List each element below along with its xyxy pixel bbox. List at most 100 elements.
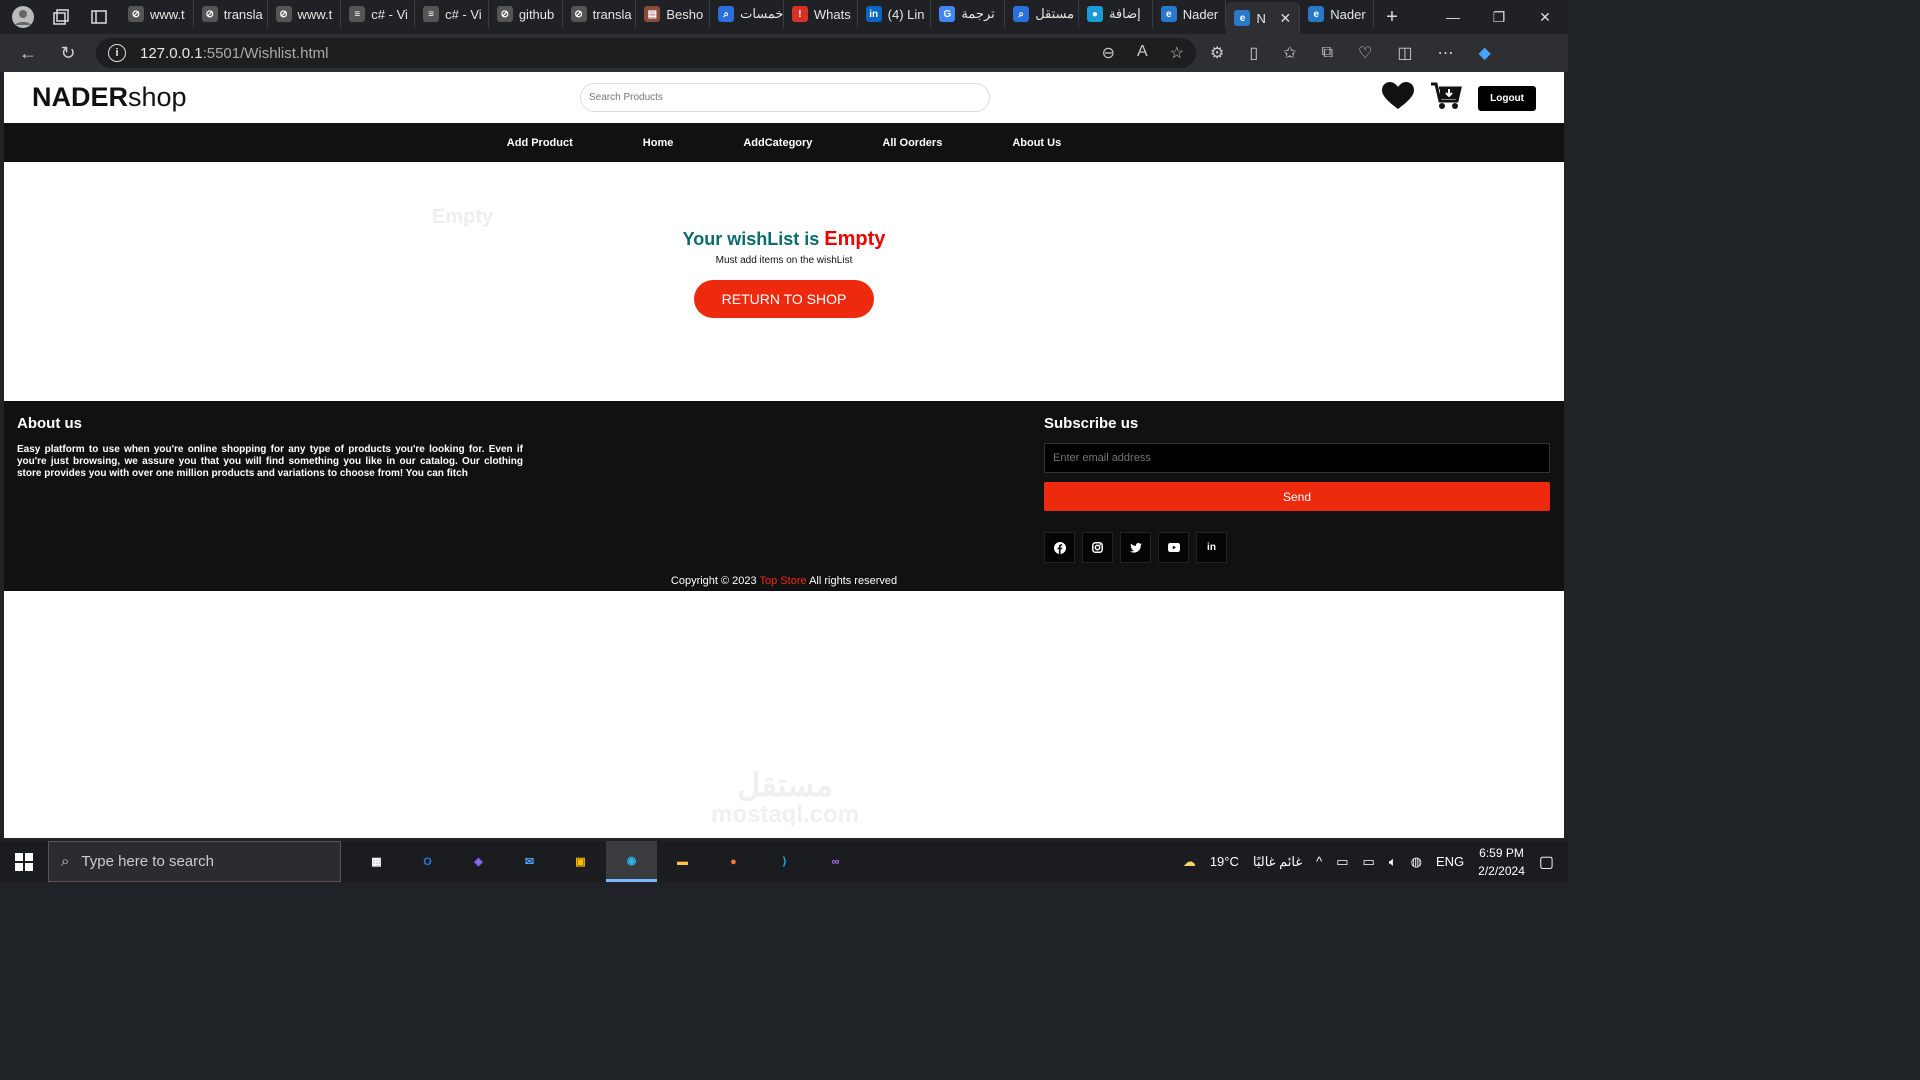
screenshot-icon[interactable]: ◫ bbox=[1397, 43, 1412, 63]
site-logo[interactable]: NADERshop bbox=[32, 82, 187, 113]
browser-tab-bar: ⊘ www.t ⊘ transla ⊘ www.t ≡ c# - Vi ≡ c# - Vi ⊘ git… bbox=[0, 0, 1568, 34]
nav-home[interactable]: Home bbox=[643, 137, 674, 149]
browser-tab[interactable]: ≡ c# - Vi bbox=[341, 0, 416, 28]
volume-icon[interactable]: 🔈︎ bbox=[1389, 854, 1397, 870]
workspaces-icon[interactable] bbox=[46, 2, 76, 32]
search-icon: ⌕ bbox=[718, 6, 735, 22]
subscribe-title: Subscribe us bbox=[1044, 415, 1139, 432]
logout-button[interactable]: Logout bbox=[1478, 86, 1536, 111]
browser-tab[interactable]: ≡ c# - Vi bbox=[415, 0, 489, 28]
browser-tab[interactable]: ! Whats bbox=[784, 0, 858, 28]
browser-address-bar: ← ↻ i 127.0.0.1:5501/Wishlist.html ⊖ A ☆… bbox=[0, 34, 1568, 72]
weather-temp[interactable]: 19°C bbox=[1210, 854, 1239, 869]
minimize-button[interactable]: — bbox=[1430, 9, 1476, 26]
visual-studio-icon[interactable]: ∞ bbox=[810, 841, 861, 882]
more-menu-icon[interactable]: ⋯ bbox=[1437, 43, 1453, 63]
windows-start-icon[interactable] bbox=[0, 852, 48, 871]
new-tab-button[interactable]: + bbox=[1374, 6, 1410, 29]
copyright-prefix: Copyright © 2023 bbox=[670, 575, 757, 587]
browser-tab[interactable]: ● إضافة bbox=[1079, 0, 1153, 28]
browser-tab[interactable]: ⊘ transla bbox=[194, 0, 268, 28]
facebook-icon[interactable] bbox=[1044, 532, 1075, 563]
nav-add-product[interactable]: Add Product bbox=[507, 137, 573, 149]
battery-icon[interactable]: ▭ bbox=[1363, 854, 1375, 870]
mail-icon[interactable]: ✉ bbox=[504, 841, 555, 882]
refresh-button[interactable]: ↻ bbox=[48, 43, 88, 64]
circle-icon: ● bbox=[1086, 6, 1103, 22]
edge-doc-icon: e bbox=[1160, 6, 1177, 22]
notifications-icon[interactable]: ▢ bbox=[1539, 852, 1554, 872]
about-text: Easy platform to use when you're online … bbox=[17, 444, 523, 479]
copilot-icon[interactable]: ◆ bbox=[1478, 43, 1490, 63]
read-aloud-icon[interactable]: A bbox=[1137, 43, 1148, 63]
file-explorer-icon[interactable]: ▬ bbox=[657, 841, 708, 882]
close-window-button[interactable]: ✕ bbox=[1522, 9, 1568, 26]
copilot-app-icon[interactable]: ◈ bbox=[453, 841, 504, 882]
nav-all-orders[interactable]: All Oorders bbox=[882, 137, 942, 149]
browser-tab[interactable]: ⌕ خمسات bbox=[710, 0, 784, 28]
nav-add-category[interactable]: AddCategory bbox=[743, 137, 812, 149]
send-button[interactable]: Send bbox=[1044, 482, 1550, 511]
profile-avatar-icon[interactable] bbox=[8, 2, 38, 32]
performance-icon[interactable]: ♡ bbox=[1358, 43, 1372, 63]
store-icon[interactable]: ▣ bbox=[555, 841, 606, 882]
weather-cloud-icon[interactable]: ☁ bbox=[1183, 854, 1196, 870]
favorites-icon[interactable]: ✩ bbox=[1283, 43, 1296, 63]
outlook-icon[interactable]: O bbox=[402, 841, 453, 882]
maximize-button[interactable]: ❐ bbox=[1476, 9, 1522, 26]
firefox-icon[interactable]: ● bbox=[708, 841, 759, 882]
translate-icon: G bbox=[939, 6, 956, 22]
browser-tab[interactable]: ⊘ transla bbox=[563, 0, 637, 28]
globe-icon: ⊘ bbox=[201, 6, 218, 22]
close-tab-icon[interactable]: ✕ bbox=[1280, 10, 1292, 27]
browser-tab[interactable]: ⌕ مستقل bbox=[1005, 0, 1079, 28]
tab-actions-icon[interactable] bbox=[84, 2, 114, 32]
youtube-icon[interactable] bbox=[1158, 532, 1189, 563]
email-field[interactable] bbox=[1044, 443, 1550, 473]
extensions-icon[interactable]: ⚙ bbox=[1210, 43, 1224, 63]
linkedin-icon[interactable]: in bbox=[1196, 532, 1227, 563]
taskbar-search-box[interactable]: ⌕ Type here to search bbox=[48, 841, 341, 882]
weather-text[interactable]: غائم غالبًا bbox=[1253, 854, 1302, 870]
site-info-icon[interactable]: i bbox=[108, 44, 126, 62]
browser-tab[interactable]: G ترجمة bbox=[931, 0, 1006, 28]
cart-icon[interactable] bbox=[1430, 82, 1463, 115]
input-language[interactable]: ENG bbox=[1436, 854, 1464, 869]
url-field[interactable]: i 127.0.0.1:5501/Wishlist.html ⊖ A ☆ bbox=[96, 38, 1196, 68]
edge-icon[interactable]: ◉ bbox=[606, 841, 657, 882]
favorite-star-icon[interactable]: ☆ bbox=[1170, 43, 1184, 63]
return-to-shop-button[interactable]: RETURN TO SHOP bbox=[693, 280, 875, 318]
zoom-icon[interactable]: ⊖ bbox=[1102, 43, 1115, 63]
tray-overflow-icon[interactable]: ^ bbox=[1316, 854, 1322, 869]
heart-icon[interactable] bbox=[1382, 82, 1415, 115]
clock[interactable]: 6:59 PM 2/2/2024 bbox=[1478, 844, 1525, 880]
split-screen-icon[interactable]: ▯ bbox=[1249, 43, 1258, 63]
nav-about-us[interactable]: About Us bbox=[1012, 137, 1061, 149]
search-input[interactable] bbox=[580, 83, 990, 112]
wishlist-section: Empty Your wishList is Empty Must add it… bbox=[4, 162, 1564, 401]
tab-label: خمسات bbox=[740, 6, 784, 21]
browser-tab[interactable]: ⊘ www.t bbox=[120, 0, 194, 28]
network-globe-icon[interactable]: ◍ bbox=[1411, 854, 1422, 870]
task-view-icon[interactable]: ▦ bbox=[351, 841, 402, 882]
browser-tab[interactable]: e N ✕ bbox=[1226, 2, 1301, 34]
back-button[interactable]: ← bbox=[8, 43, 48, 64]
tab-label: www.t bbox=[297, 6, 333, 22]
instagram-icon[interactable] bbox=[1082, 532, 1113, 563]
browser-tab[interactable]: ⊘ www.t bbox=[268, 0, 342, 28]
wishlist-empty-word: Empty bbox=[824, 228, 886, 250]
browser-tab[interactable]: e Nader bbox=[1300, 0, 1375, 28]
browser-tab[interactable]: ▤ Besho bbox=[636, 0, 711, 28]
stackoverflow-icon: ≡ bbox=[349, 6, 366, 22]
vscode-icon[interactable]: ⟩ bbox=[759, 841, 810, 882]
twitter-icon[interactable] bbox=[1120, 532, 1151, 563]
search-icon: ⌕ bbox=[1013, 6, 1030, 22]
copyright-brand-link[interactable]: Top Store bbox=[760, 575, 807, 587]
tab-label: c# - Vi bbox=[371, 6, 408, 22]
collections-icon[interactable]: ⧉ bbox=[1322, 44, 1333, 62]
meet-now-icon[interactable]: ▭ bbox=[1336, 854, 1348, 870]
browser-tab[interactable]: ⊘ github bbox=[489, 0, 563, 28]
browser-tab[interactable]: in (4) Lin bbox=[858, 0, 932, 28]
browser-tab[interactable]: e Nader bbox=[1153, 0, 1227, 28]
url-path: :5501/Wishlist.html bbox=[202, 44, 329, 62]
